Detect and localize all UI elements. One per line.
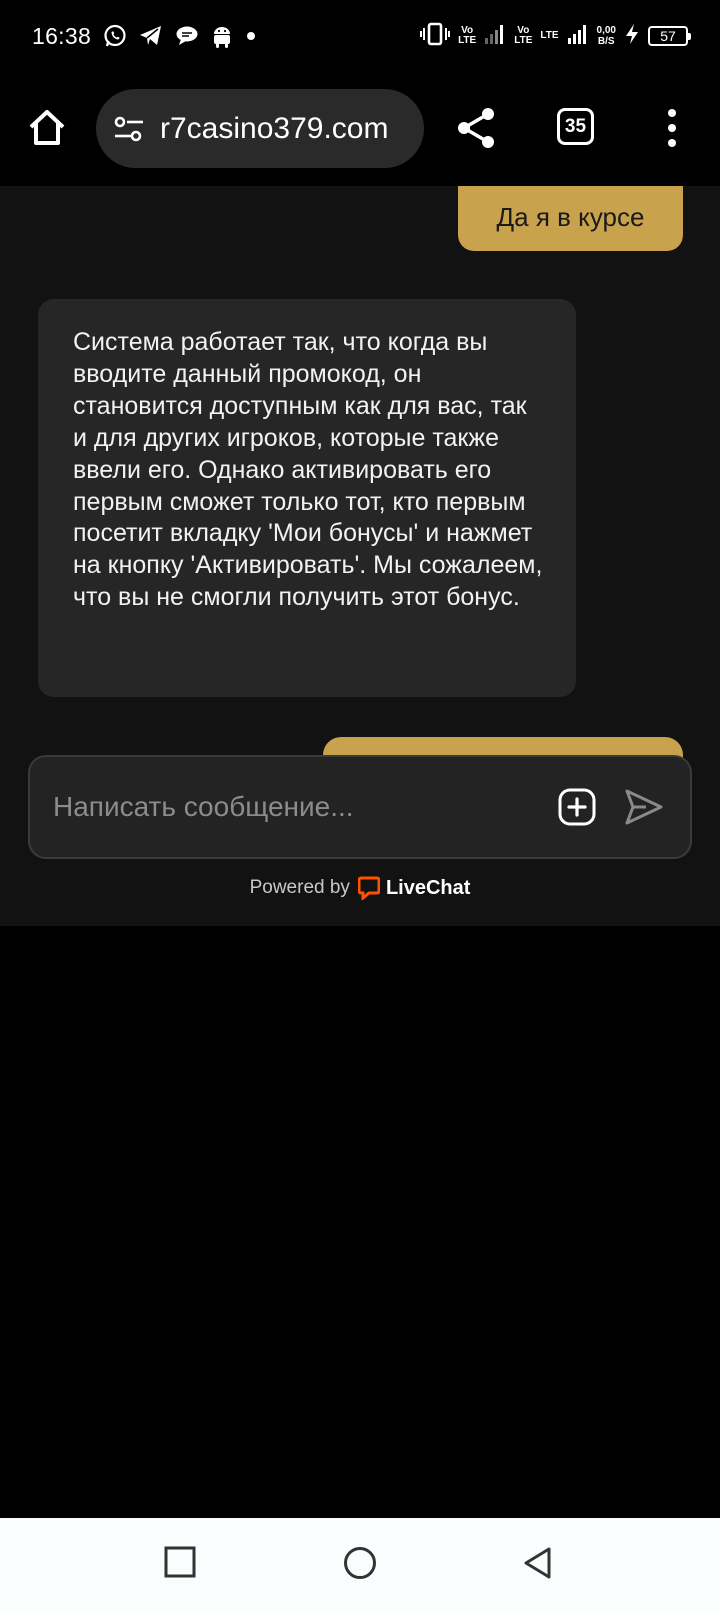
chat-bubble-icon — [175, 25, 199, 47]
powered-by-text: Powered by — [249, 877, 350, 898]
url-bar[interactable]: r7casino379.com — [96, 89, 424, 168]
recents-icon[interactable] — [164, 1546, 196, 1583]
back-icon[interactable] — [522, 1546, 552, 1585]
system-nav-bar — [0, 1518, 720, 1612]
powered-by-footer[interactable]: Powered by LiveChat — [0, 876, 720, 902]
dot-icon — [245, 30, 257, 42]
user-message: Да я в курсе — [458, 186, 683, 251]
network-speed: 0,00 B/S — [596, 25, 616, 47]
send-icon[interactable] — [624, 788, 664, 826]
more-icon[interactable] — [660, 108, 684, 148]
volte-label-2: Vo LTE — [514, 25, 533, 46]
livechat-brand: LiveChat — [385, 876, 471, 899]
home-icon[interactable] — [26, 107, 68, 149]
status-time: 16:38 — [32, 22, 92, 49]
signal-icon — [484, 23, 506, 50]
message-input[interactable] — [51, 790, 558, 824]
tabs-icon[interactable]: 35 — [557, 108, 594, 145]
message-text: Система работает так, что когда вы вводи… — [73, 328, 543, 612]
message-composer — [28, 755, 692, 859]
agent-message: Система работает так, что когда вы вводи… — [38, 299, 576, 697]
share-icon[interactable] — [455, 106, 497, 150]
site-settings-icon[interactable] — [112, 112, 146, 146]
signal-icon-2 — [567, 23, 589, 50]
volte-label-1: Vo LTE — [458, 25, 477, 46]
vibrate-icon — [420, 22, 451, 51]
telegram-icon — [139, 25, 163, 47]
whatsapp-icon — [103, 24, 127, 48]
charging-icon — [624, 23, 640, 50]
message-text: Да я в курсе — [496, 202, 645, 232]
chat-window[interactable]: Да я в курсе Система работает так, что к… — [0, 186, 720, 926]
status-bar: 16:38 Vo LTE Vo LTE LTE 0,00 B/S 57 — [0, 0, 720, 72]
battery-icon: 57 — [648, 26, 691, 46]
attach-icon[interactable] — [558, 788, 596, 826]
home-nav-icon[interactable] — [343, 1546, 377, 1585]
url-text: r7casino379.com — [160, 111, 389, 145]
browser-toolbar: r7casino379.com 35 — [0, 72, 720, 186]
livechat-logo-icon — [357, 876, 381, 902]
android-icon — [211, 24, 233, 48]
lte-label: LTE — [540, 30, 559, 41]
